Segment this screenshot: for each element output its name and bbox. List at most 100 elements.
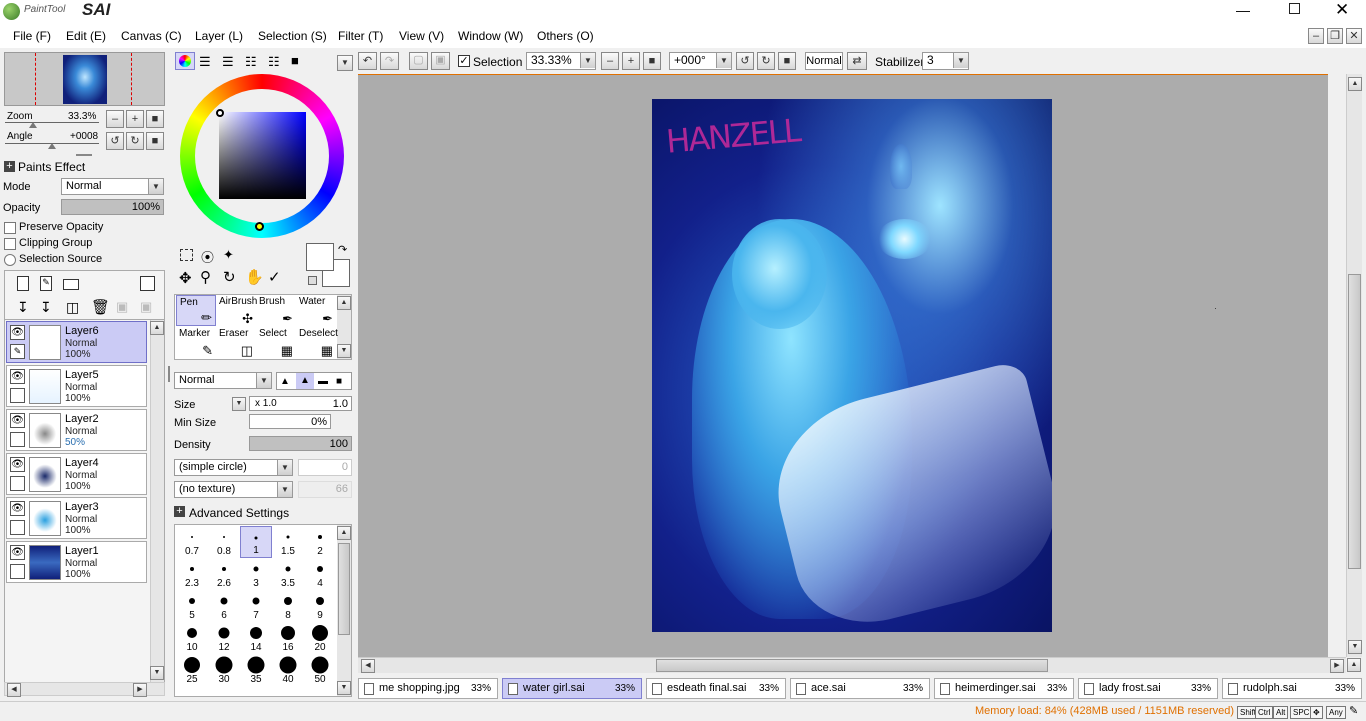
paints-effect-header[interactable]: Paints Effect [18,160,85,174]
rotate-left-button[interactable]: ↺ [106,132,124,150]
eye-icon[interactable]: 👁 [10,369,25,384]
tool-airbrush[interactable]: AirBrush ✣ [216,295,257,326]
zoom-out-button[interactable]: – [106,110,124,128]
min-size-slider[interactable]: 0% [249,414,331,429]
tools-scroll-down[interactable]: ▼ [337,344,351,358]
scroll-right-button[interactable]: ▶ [133,683,147,697]
size-dropdown[interactable]: ▼ [232,397,246,411]
rotate-icon[interactable]: ↻ [223,268,236,286]
brush-size-cell[interactable]: 20 [304,622,336,654]
brush-size-cell[interactable]: 50 [304,654,336,686]
brush-size-cell[interactable]: 9 [304,590,336,622]
clear-layer-icon[interactable]: ◫ [66,299,79,316]
merge-down-icon[interactable]: ↧ [40,299,52,316]
rect-select-icon[interactable] [180,249,193,261]
zoom-slider[interactable] [5,122,99,123]
color-wheel-tab-icon[interactable] [175,52,195,70]
opacity-slider[interactable]: 100% [61,199,164,215]
brush-size-cell[interactable]: 1.5 [272,526,304,558]
tool-marker[interactable]: Marker ✎ [176,327,216,358]
brush-size-cell[interactable]: 14 [240,622,272,654]
layer-item[interactable]: 👁 ✎ Layer6 Normal 100% [6,321,147,363]
lock-box[interactable] [10,564,25,579]
menu-selection[interactable]: Selection (S) [258,29,327,43]
vscroll-up[interactable]: ▲ [1348,77,1362,91]
layer-list-scrollbar[interactable] [150,320,164,683]
tool-select[interactable]: Select ▦ [256,327,296,358]
panel-splitter[interactable] [168,366,170,382]
shape-flat-icon[interactable]: ▲ [280,376,290,387]
brush-size-cell[interactable]: 3.5 [272,558,304,590]
zoom-slider-thumb[interactable] [29,122,37,128]
swap-colors-icon[interactable]: ↷ [338,243,347,256]
doc-restore-button[interactable]: ❐ [1327,28,1343,44]
layer-hscroll[interactable]: ◀ ▶ [4,682,165,697]
layer-item[interactable]: 👁 Layer4 Normal 100% [6,453,147,495]
saturation-value-square[interactable] [219,112,306,199]
delete-layer-icon[interactable]: 🗑 [91,298,110,316]
preserve-opacity-checkbox[interactable] [4,222,16,234]
scratchpad-tab-icon[interactable]: ☷ [268,54,280,70]
redo-icon[interactable]: ↷ [380,52,399,70]
brush-size-cell[interactable]: 30 [208,654,240,686]
file-tab[interactable]: lady frost.sai 33% [1078,678,1218,699]
close-icon[interactable]: ✕ [1335,0,1349,20]
brush-size-cell[interactable]: 1 [240,526,272,558]
scroll-down-button[interactable]: ▼ [150,666,164,680]
magic-wand-icon[interactable]: ✦ [223,247,234,263]
tools-scroll-up[interactable]: ▲ [337,296,351,310]
brush-scroll-up[interactable]: ▲ [337,526,351,540]
doc-minimize-button[interactable]: – [1308,28,1324,44]
brush-size-cell[interactable]: 7 [240,590,272,622]
file-tab[interactable]: rudolph.sai 33% [1222,678,1362,699]
color-picker-tab-icon[interactable]: ■ [291,53,299,68]
shape-round-icon[interactable]: ▲ [296,373,314,389]
pencil-icon[interactable]: ✎ [10,344,25,359]
file-tab[interactable]: me shopping.jpg 33% [358,678,498,699]
invert-selection-icon[interactable]: ▣ [431,52,450,70]
tool-deselect[interactable]: Deselect ▦ [296,327,338,358]
menu-filter[interactable]: Filter (T) [338,29,383,43]
layer-item[interactable]: 👁 Layer2 Normal 50% [6,409,147,451]
zoom-reset-button[interactable]: ■ [146,110,164,128]
eye-icon[interactable]: 👁 [10,457,25,472]
brush-size-cell[interactable]: 3 [240,558,272,590]
advanced-settings-header[interactable]: Advanced Settings [189,506,289,520]
hscroll-thumb[interactable] [656,659,1048,672]
hue-cursor[interactable] [255,222,264,231]
selection-checkbox[interactable]: ✓ [458,55,470,67]
new-folder-icon[interactable] [63,279,79,290]
vscroll-thumb[interactable] [1348,274,1361,569]
scroll-up-button[interactable]: ▲ [150,321,164,335]
brush-size-cell[interactable]: 40 [272,654,304,686]
brush-size-cell[interactable]: 6 [208,590,240,622]
lasso-icon[interactable]: ⦿ [201,247,214,266]
rotate-ccw-icon[interactable]: ↺ [736,52,754,70]
rotate-right-button[interactable]: ↻ [126,132,144,150]
rotate-reset-icon[interactable]: ■ [778,52,796,70]
menu-canvas[interactable]: Canvas (C) [121,29,182,43]
lock-box[interactable] [10,432,25,447]
brush-size-cell[interactable]: 35 [240,654,272,686]
layer-mode-select[interactable]: Normal ▼ [61,178,164,195]
angle-slider-thumb[interactable] [48,143,56,149]
navigator-preview[interactable] [63,55,107,104]
file-tab[interactable]: esdeath final.sai 33% [646,678,786,699]
brush-shape-select[interactable]: (simple circle) ▼ [174,459,293,476]
brush-size-cell[interactable]: 2.6 [208,558,240,590]
brush-size-cell[interactable]: 25 [176,654,208,686]
stabilizer-select[interactable]: 3 ▼ [922,52,969,70]
menu-file[interactable]: File (F) [13,29,51,43]
hscroll-left[interactable]: ◀ [361,659,375,673]
shape-hard-icon[interactable]: ■ [336,376,342,387]
size-slider[interactable]: x 1.0 1.0 [249,396,352,411]
brush-size-cell[interactable]: 2.3 [176,558,208,590]
tool-brush[interactable]: Brush ✒ [256,295,296,326]
eye-icon[interactable]: 👁 [10,413,25,428]
brush-size-cell[interactable]: 12 [208,622,240,654]
doc-close-button[interactable]: ✕ [1346,28,1362,44]
zoom-icon[interactable]: ⚲ [200,268,211,286]
file-tab[interactable]: water girl.sai 33% [502,678,642,699]
undo-icon[interactable]: ↶ [358,52,377,70]
restore-icon[interactable] [1289,3,1300,14]
